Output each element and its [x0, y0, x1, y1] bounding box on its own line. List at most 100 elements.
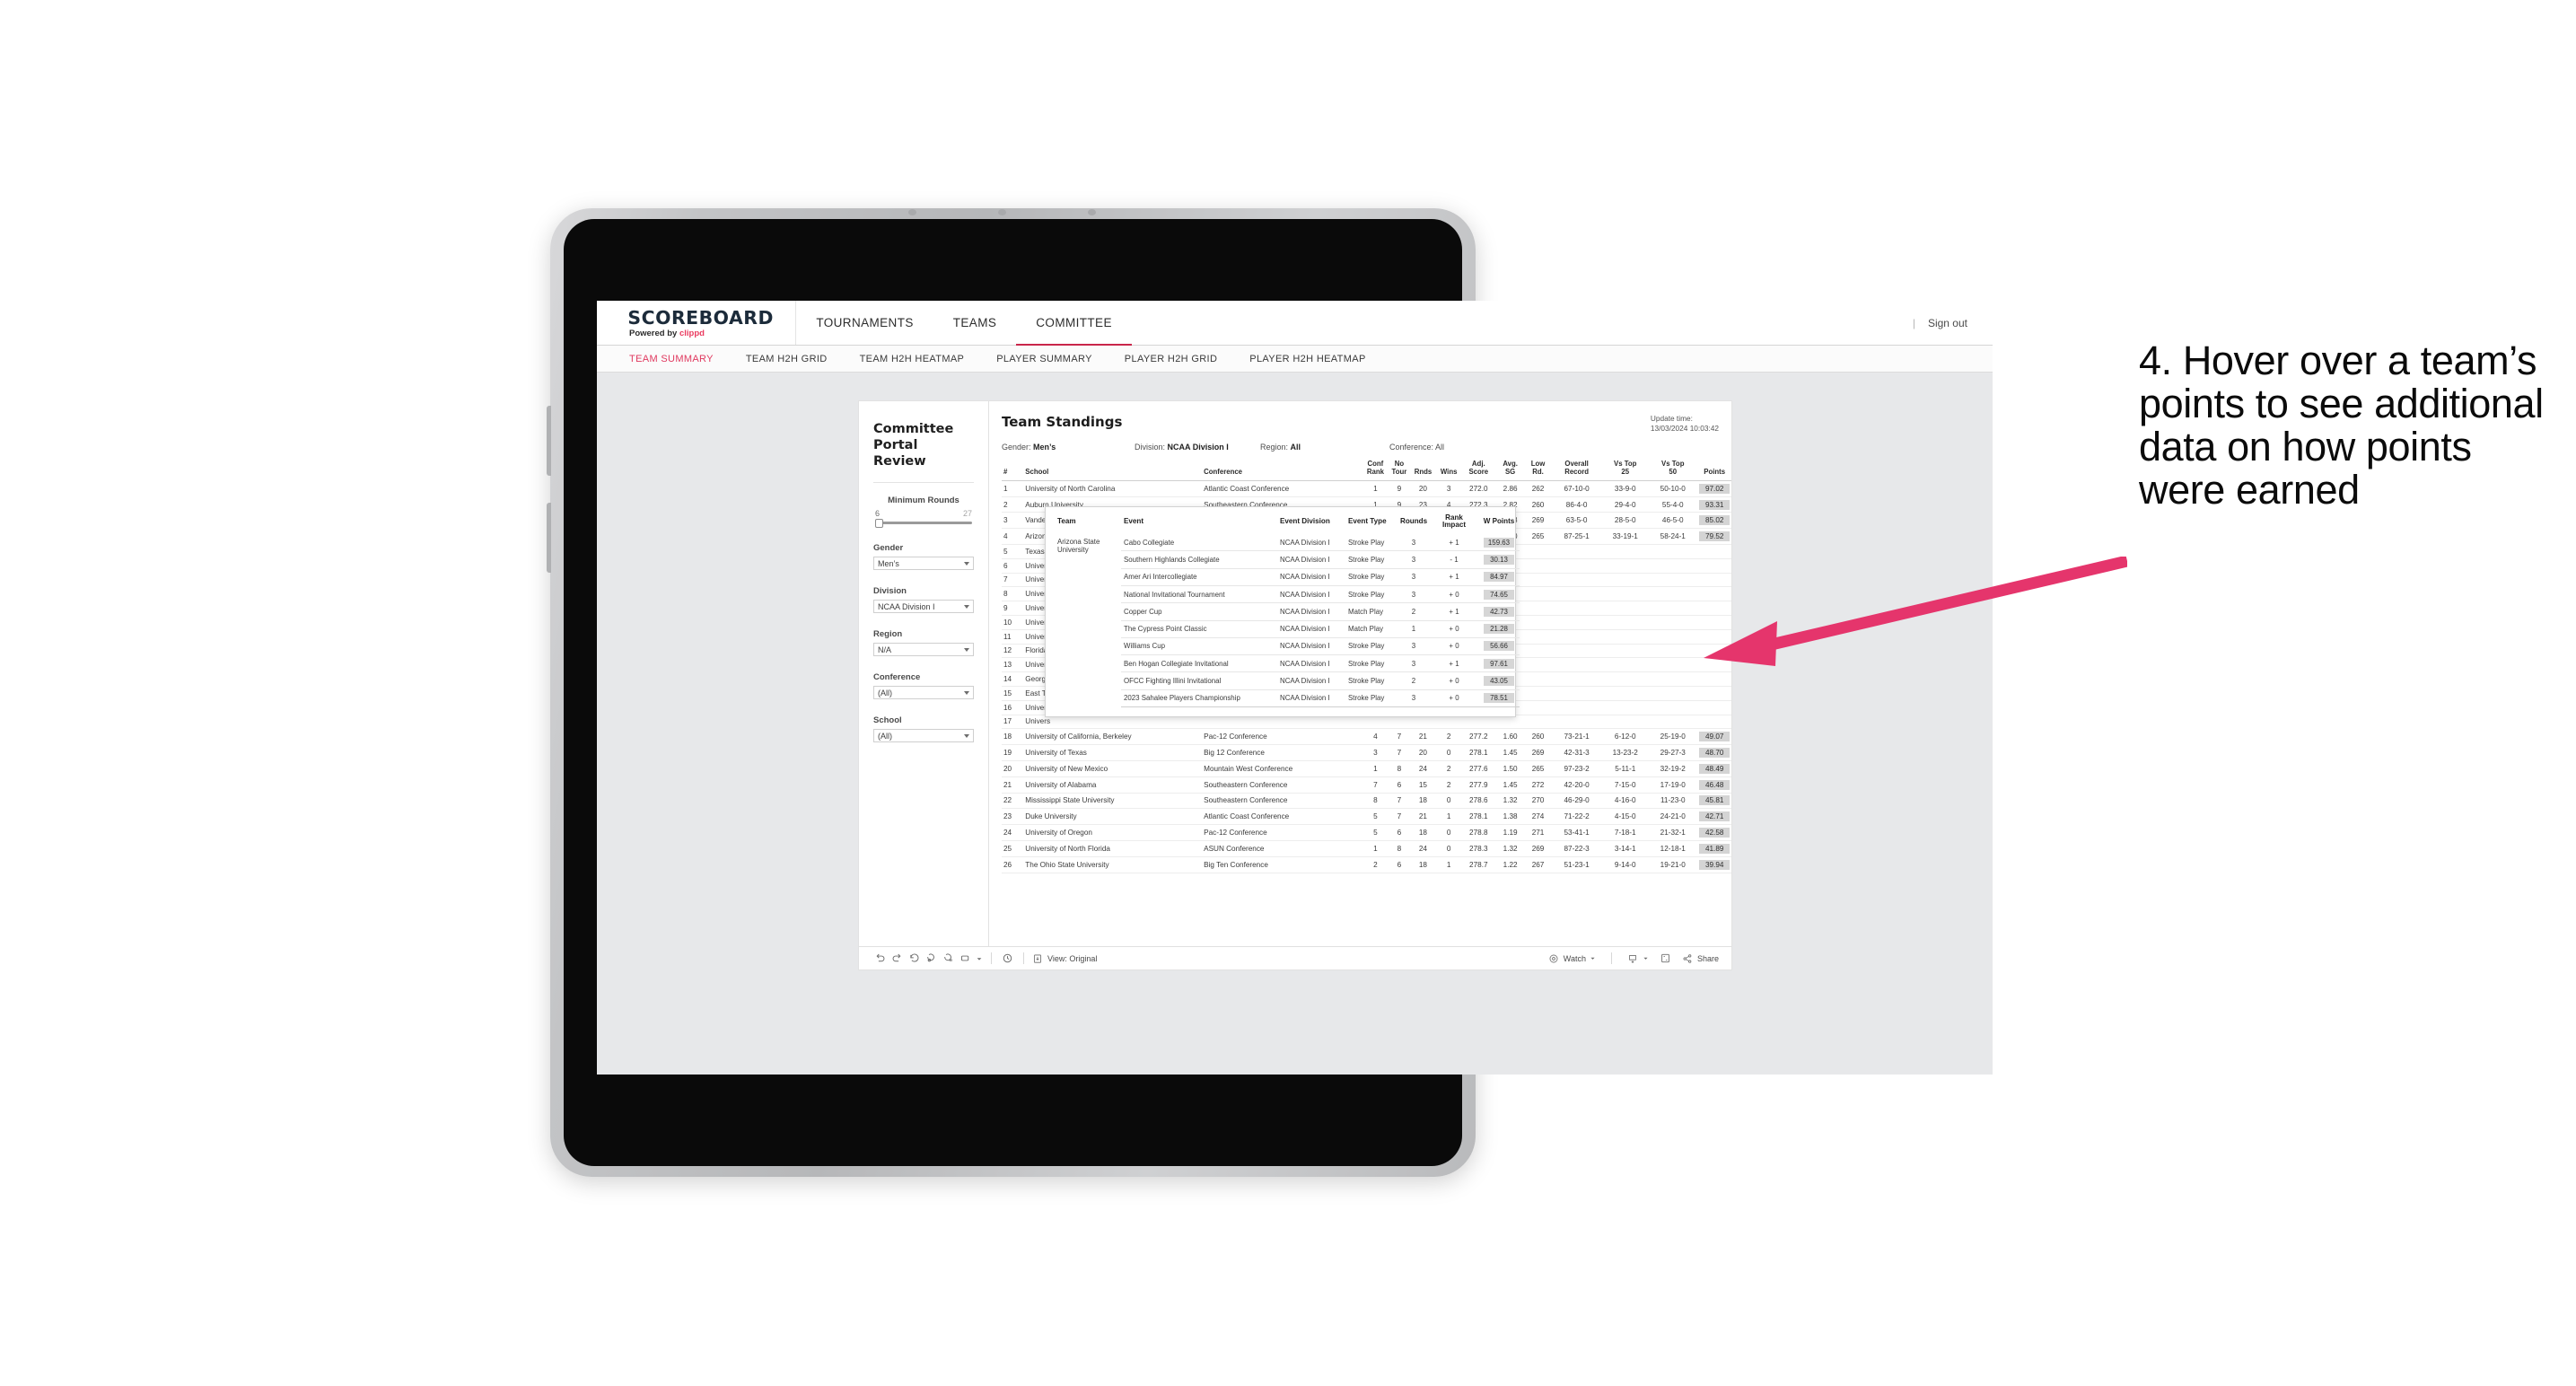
tooltip-cell: + 1	[1430, 534, 1478, 552]
points-chip[interactable]: 45.81	[1699, 795, 1730, 806]
minimum-rounds-slider-handle[interactable]	[875, 518, 883, 528]
volume-down-button[interactable]	[547, 503, 551, 573]
table-row[interactable]: 24 University of Oregon Pac-12 Conference 5…	[1002, 824, 1731, 841]
refresh-data-icon[interactable]	[923, 951, 940, 967]
download-button[interactable]	[1627, 951, 1649, 967]
conference-select[interactable]: (All)	[873, 686, 974, 700]
tooltip-col-rounds: Rounds	[1400, 517, 1428, 526]
points-chip[interactable]: 48.70	[1699, 748, 1730, 759]
points-chip[interactable]: 42.58	[1699, 828, 1730, 838]
table-cell: 22	[1002, 793, 1024, 810]
table-cell	[1525, 544, 1551, 559]
nav-tab-tournaments[interactable]: TOURNAMENTS	[796, 301, 933, 345]
table-row[interactable]: 18 University of California, Berkeley Pac-…	[1002, 728, 1731, 746]
table-cell	[1550, 573, 1603, 588]
points-chip[interactable]: 41.89	[1699, 843, 1730, 854]
table-cell: 0	[1435, 840, 1462, 857]
points-cell[interactable]: 46.48	[1697, 776, 1731, 794]
points-chip[interactable]: 48.49	[1699, 763, 1730, 774]
standings-header-row: # School Conference Conf Rank No Tour Rnds Wins A…	[1002, 461, 1731, 481]
redo-icon[interactable]	[889, 951, 906, 967]
brand-logo[interactable]: SCOREBOARD Powered by clippd	[597, 301, 797, 345]
filters-panel-title: Committee Portal Review	[873, 422, 954, 469]
watch-button[interactable]: Watch	[1548, 951, 1596, 967]
table-row[interactable]: 25 University of North Florida ASUN Confer…	[1002, 840, 1731, 857]
points-cell[interactable]: 42.71	[1697, 808, 1731, 826]
points-cell[interactable]: 85.02	[1697, 512, 1731, 530]
points-chip[interactable]: 85.02	[1699, 515, 1730, 526]
standings-col-: #	[1002, 461, 1024, 481]
points-cell[interactable]: 39.94	[1697, 856, 1731, 873]
division-select[interactable]: NCAA Division I	[873, 600, 974, 614]
points-cell[interactable]	[1697, 671, 1731, 687]
school-select[interactable]: (All)	[873, 729, 974, 743]
pause-auto-updates-icon[interactable]	[940, 951, 957, 967]
table-cell: 23	[1002, 808, 1024, 826]
points-cell[interactable]: 49.07	[1697, 728, 1731, 746]
view-original-button[interactable]: View: Original	[1031, 951, 1097, 967]
points-cell[interactable]	[1697, 715, 1731, 730]
points-cell[interactable]: 41.89	[1697, 840, 1731, 857]
undo-icon[interactable]	[872, 951, 889, 967]
tooltip-cell: + 1	[1430, 568, 1478, 586]
sub-tab-team-h2h-grid[interactable]: TEAM H2H GRID	[746, 354, 828, 364]
sign-out-link[interactable]: Sign out	[1928, 317, 1967, 329]
tooltip-points-chip: 97.61	[1484, 658, 1514, 669]
points-cell[interactable]: 79.52	[1697, 528, 1731, 545]
sub-tab-team-h2h-heatmap[interactable]: TEAM H2H HEATMAP	[860, 354, 965, 364]
sub-tab-team-summary[interactable]: TEAM SUMMARY	[629, 354, 714, 364]
revert-icon[interactable]	[906, 951, 923, 967]
pause-icon[interactable]	[999, 951, 1016, 967]
points-cell[interactable]: 93.31	[1697, 496, 1731, 513]
device-preview-chevron-icon[interactable]	[974, 951, 984, 967]
table-row[interactable]: 23 Duke University Atlantic Coast Conferen…	[1002, 808, 1731, 826]
points-chip[interactable]: 97.02	[1699, 483, 1730, 494]
fullscreen-icon[interactable]	[1657, 951, 1674, 967]
table-cell: 7-18-1	[1602, 824, 1649, 841]
points-chip[interactable]: 46.48	[1699, 779, 1730, 790]
table-cell: 6-12-0	[1602, 728, 1649, 746]
points-cell[interactable]: 97.02	[1697, 480, 1731, 497]
points-chip[interactable]: 79.52	[1699, 531, 1730, 542]
volume-up-button[interactable]	[547, 406, 551, 476]
table-cell	[1525, 700, 1551, 715]
table-cell: Duke University	[1023, 808, 1203, 826]
table-row[interactable]: 22 Mississippi State University Southeaste…	[1002, 793, 1731, 810]
points-cell[interactable]: 48.70	[1697, 744, 1731, 761]
table-cell: 260	[1525, 496, 1551, 513]
table-row[interactable]: 26 The Ohio State University Big Ten Confe…	[1002, 856, 1731, 873]
points-cell[interactable]	[1697, 686, 1731, 701]
table-cell: 24-21-0	[1648, 808, 1698, 826]
minimum-rounds-slider[interactable]	[875, 518, 972, 528]
points-chip[interactable]: 42.71	[1699, 811, 1730, 822]
brand-title: SCOREBOARD	[627, 307, 774, 329]
table-row[interactable]: 20 University of New Mexico Mountain West …	[1002, 760, 1731, 777]
region-select[interactable]: N/A	[873, 643, 974, 657]
table-row[interactable]: 1 University of North Carolina Atlantic Co…	[1002, 480, 1731, 497]
tooltip-cell: National Invitational Tournament	[1121, 585, 1277, 604]
points-cell[interactable]: 48.49	[1697, 760, 1731, 777]
table-cell: 4-15-0	[1602, 808, 1649, 826]
tooltip-cell: 3	[1398, 550, 1430, 569]
sub-tab-player-h2h-heatmap[interactable]: PLAYER H2H HEATMAP	[1249, 354, 1365, 364]
table-cell: 21	[1002, 776, 1024, 794]
points-chip[interactable]: 93.31	[1699, 499, 1730, 510]
table-cell	[1550, 671, 1603, 687]
points-cell[interactable]: 42.58	[1697, 824, 1731, 841]
sub-tab-player-summary[interactable]: PLAYER SUMMARY	[996, 354, 1092, 364]
points-cell[interactable]	[1697, 700, 1731, 715]
nav-tab-committee[interactable]: COMMITTEE	[1016, 301, 1132, 346]
table-row[interactable]: 19 University of Texas Big 12 Conference 3 7…	[1002, 744, 1731, 761]
points-chip[interactable]: 39.94	[1699, 859, 1730, 870]
points-chip[interactable]: 49.07	[1699, 732, 1730, 742]
nav-tab-teams[interactable]: TEAMS	[933, 301, 1017, 345]
gender-select[interactable]: Men’s	[873, 557, 974, 571]
sub-tab-player-h2h-grid[interactable]: PLAYER H2H GRID	[1125, 354, 1217, 364]
table-cell: 2	[1435, 728, 1462, 746]
points-cell[interactable]: 45.81	[1697, 793, 1731, 810]
table-cell: 2.86	[1495, 480, 1526, 497]
table-cell: 2	[1002, 496, 1024, 513]
table-row[interactable]: 21 University of Alabama Southeastern Conf…	[1002, 776, 1731, 794]
device-preview-icon[interactable]	[957, 951, 974, 967]
share-button[interactable]: Share	[1682, 951, 1719, 967]
